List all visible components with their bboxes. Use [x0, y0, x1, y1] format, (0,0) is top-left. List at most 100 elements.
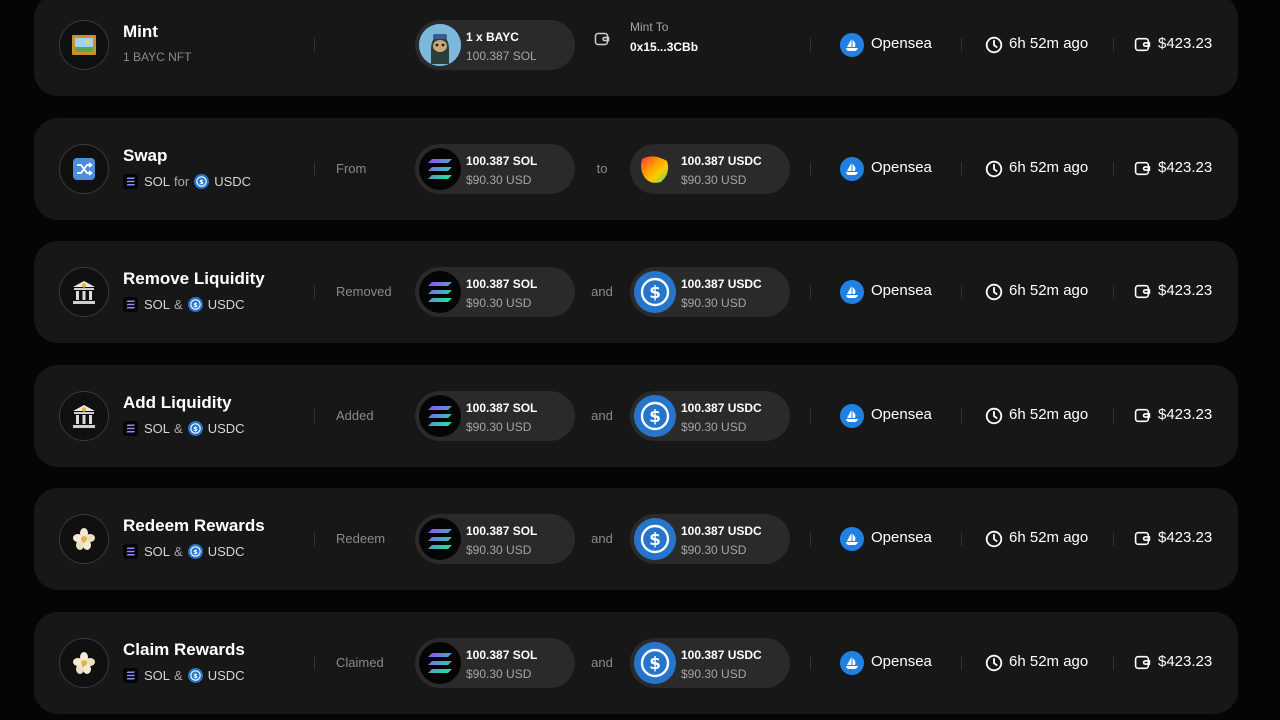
timestamp: 6h 52m ago	[1009, 159, 1089, 176]
transaction-subtitle: SOL & $ USDC	[123, 421, 245, 436]
wallet-icon	[1134, 407, 1151, 429]
timestamp: 6h 52m ago	[1009, 35, 1089, 52]
transaction-row-add-liquidity[interactable]: Add Liquidity SOL & $ USDC Added 100.387…	[34, 365, 1238, 467]
divider	[314, 162, 315, 176]
from-token-pill[interactable]: 100.387 SOL $90.30 USD	[415, 144, 575, 194]
solana-icon	[419, 148, 461, 190]
action-label: Redeem	[336, 531, 386, 546]
solana-icon	[419, 395, 461, 437]
connector-text: and	[591, 284, 613, 299]
transaction-subtitle: SOL & $ USDC	[123, 668, 245, 683]
transaction-row-swap[interactable]: Swap SOL for $ USDC From 100.387 SOL $90…	[34, 118, 1238, 220]
asset-value: 100.387 SOL	[466, 49, 537, 63]
timestamp: 6h 52m ago	[1009, 653, 1089, 670]
usdc-icon: $	[187, 544, 203, 559]
token-value: $90.30 USD	[466, 420, 532, 434]
usdc-icon: $	[634, 271, 676, 313]
clock-icon	[985, 654, 1003, 677]
solana-icon	[419, 271, 461, 313]
connector-text: and	[591, 655, 613, 670]
transaction-row-redeem-rewards[interactable]: Redeem Rewards SOL & $ USDC Redeem 100.3…	[34, 488, 1238, 590]
divider	[314, 409, 315, 423]
timestamp: 6h 52m ago	[1009, 282, 1089, 299]
mint-to-address[interactable]: 0x15...3CBb	[630, 40, 698, 54]
divider	[810, 409, 811, 423]
opensea-icon	[840, 157, 864, 181]
clock-icon	[985, 530, 1003, 553]
svg-text:$: $	[649, 283, 661, 303]
usdc-icon: $	[187, 297, 203, 312]
connector-text: to	[596, 161, 608, 176]
divider	[961, 532, 962, 546]
usdc-icon: $	[187, 421, 203, 436]
transaction-title: Swap	[123, 146, 168, 165]
timestamp: 6h 52m ago	[1009, 529, 1089, 546]
marketplace-label[interactable]: Opensea	[871, 159, 932, 176]
transaction-title: Redeem Rewards	[123, 516, 265, 535]
token-amount: 100.387 USDC	[681, 524, 762, 538]
from-token-pill[interactable]: 100.387 SOL $90.30 USD	[415, 638, 575, 688]
usdc-icon: $	[634, 642, 676, 684]
solana-icon	[419, 518, 461, 560]
token-a-label: SOL	[144, 544, 171, 559]
bank-icon	[59, 267, 109, 317]
picture-frame-icon	[59, 20, 109, 70]
token-amount: 100.387 SOL	[466, 524, 538, 538]
marketplace-label[interactable]: Opensea	[871, 653, 932, 670]
divider	[961, 409, 962, 423]
from-token-pill[interactable]: 100.387 SOL $90.30 USD	[415, 514, 575, 564]
to-token-pill[interactable]: $ 100.387 USDC $90.30 USD	[630, 514, 790, 564]
transaction-row-remove-liquidity[interactable]: Remove Liquidity SOL & $ USDC Removed 10…	[34, 241, 1238, 343]
token-a-label: SOL	[144, 174, 171, 189]
token-value: $90.30 USD	[681, 667, 747, 681]
solana-icon	[123, 421, 138, 436]
divider	[1113, 38, 1114, 52]
wallet-icon	[1134, 36, 1151, 58]
to-token-pill[interactable]: $ 100.387 USDC $90.30 USD	[630, 267, 790, 317]
clock-icon	[985, 36, 1003, 59]
usd-value: $423.23	[1158, 159, 1213, 176]
from-token-pill[interactable]: 100.387 SOL $90.30 USD	[415, 267, 575, 317]
to-token-pill[interactable]: $ 100.387 USDC $90.30 USD	[630, 638, 790, 688]
token-value: $90.30 USD	[466, 173, 532, 187]
clock-icon	[985, 283, 1003, 306]
flower-icon	[59, 638, 109, 688]
transaction-list: Mint 1 BAYC NFT 1 x BAYC 100.387 SOL Min…	[0, 0, 1280, 720]
svg-text:$: $	[649, 530, 661, 550]
usdc-icon: $	[634, 518, 676, 560]
divider	[1113, 656, 1114, 670]
to-token-pill[interactable]: $ 100.387 USDC $90.30 USD	[630, 391, 790, 441]
connector-text: and	[591, 531, 613, 546]
transaction-subtitle: SOL & $ USDC	[123, 544, 245, 559]
divider	[1113, 162, 1114, 176]
divider	[810, 162, 811, 176]
usdc-icon: $	[634, 395, 676, 437]
bayc-avatar-icon	[419, 24, 461, 66]
transaction-row-claim-rewards[interactable]: Claim Rewards SOL & $ USDC Claimed 100.3…	[34, 612, 1238, 714]
divider	[1113, 532, 1114, 546]
usd-value: $423.23	[1158, 35, 1213, 52]
transaction-row-mint[interactable]: Mint 1 BAYC NFT 1 x BAYC 100.387 SOL Min…	[34, 0, 1238, 96]
marketplace-label[interactable]: Opensea	[871, 282, 932, 299]
asset-amount: 1 x BAYC	[466, 30, 519, 44]
usd-value: $423.23	[1158, 406, 1213, 423]
wallet-icon	[1134, 530, 1151, 552]
divider	[810, 38, 811, 52]
from-token-pill[interactable]: 100.387 SOL $90.30 USD	[415, 391, 575, 441]
token-value: $90.30 USD	[681, 296, 747, 310]
nft-asset-pill[interactable]: 1 x BAYC 100.387 SOL	[415, 20, 575, 70]
to-token-pill[interactable]: 100.387 USDC $90.30 USD	[630, 144, 790, 194]
divider	[1113, 409, 1114, 423]
svg-text:$: $	[193, 301, 198, 309]
svg-text:$: $	[649, 654, 661, 674]
svg-text:$: $	[193, 672, 198, 680]
clock-icon	[985, 407, 1003, 430]
usdc-icon: $	[194, 174, 210, 189]
token-amount: 100.387 USDC	[681, 648, 762, 662]
divider	[810, 532, 811, 546]
marketplace-label[interactable]: Opensea	[871, 35, 932, 52]
marketplace-label[interactable]: Opensea	[871, 529, 932, 546]
marketplace-label[interactable]: Opensea	[871, 406, 932, 423]
token-separator: &	[174, 297, 183, 312]
token-separator: &	[174, 668, 183, 683]
